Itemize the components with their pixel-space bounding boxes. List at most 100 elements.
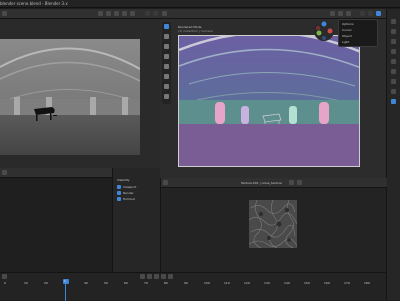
visibility-panel: Visibility Viewport Render Holdout: [112, 168, 160, 272]
viewport-popup-menu: Options Cursor Object Light: [338, 19, 378, 47]
frame-tick-label: 150: [304, 281, 310, 285]
checkbox-label: Render: [123, 191, 134, 195]
viewport-overlay-sub: (1) Collection | Camera: [178, 29, 213, 33]
popup-item[interactable]: Object: [342, 34, 352, 38]
scene-tab-icon[interactable]: [391, 49, 396, 54]
right-viewport-header: [160, 9, 386, 19]
z-axis-icon: [321, 21, 327, 27]
editor-type-icon[interactable]: [162, 11, 167, 16]
jump-start-icon[interactable]: [140, 274, 145, 279]
frame-tick-label: 70: [144, 281, 148, 285]
left-viewport-header: [0, 9, 160, 19]
popup-item[interactable]: Light: [342, 40, 350, 44]
timeline[interactable]: 0 10 20 40 50 60 70 80 90 100 110 120 13…: [0, 272, 386, 301]
solid-mode-icon[interactable]: [145, 11, 150, 16]
frame-tick-label: 180: [364, 281, 370, 285]
checkbox-row[interactable]: Render: [117, 191, 157, 196]
new-texture-icon[interactable]: [289, 180, 294, 185]
lower-left-header: [0, 168, 112, 178]
modifier-tab-icon[interactable]: [391, 79, 396, 84]
frame-tick-label: 0: [4, 281, 6, 285]
rendered-mode-icon[interactable]: [376, 11, 381, 16]
move-icon[interactable]: [164, 44, 169, 49]
play-icon[interactable]: [154, 274, 159, 279]
texture-tab-icon[interactable]: [391, 99, 396, 104]
rendered-camera-view: [178, 35, 360, 167]
frame-tick-label: 100: [204, 281, 210, 285]
checkbox-label: Holdout: [123, 197, 135, 201]
open-texture-icon[interactable]: [297, 180, 302, 185]
editor-type-icon[interactable]: [163, 180, 168, 185]
scale-icon[interactable]: [164, 64, 169, 69]
measure-icon[interactable]: [164, 94, 169, 99]
grayscale-hall-render: [0, 39, 140, 155]
playhead-line: [65, 284, 66, 301]
color-hall-render-svg: [179, 36, 359, 166]
y-axis-icon: [316, 30, 322, 36]
frame-tick-label: 50: [104, 281, 108, 285]
frame-tick-label: 10: [24, 281, 28, 285]
render-tab-icon[interactable]: [391, 29, 396, 34]
cursor-icon[interactable]: [164, 34, 169, 39]
texture-editor-header: Texture.001 | noise_texture: [161, 178, 387, 188]
world-tab-icon[interactable]: [391, 59, 396, 64]
texture-editor[interactable]: Texture.001 | noise_texture: [160, 178, 387, 272]
jump-end-icon[interactable]: [168, 274, 173, 279]
solid-mode-icon[interactable]: [360, 11, 365, 16]
checkbox-icon[interactable]: [117, 185, 121, 189]
visibility-header: Visibility: [117, 178, 130, 182]
material-mode-icon[interactable]: [153, 11, 158, 16]
frame-tick-label: 110: [224, 281, 230, 285]
navigation-gizmo[interactable]: [312, 19, 336, 43]
playhead[interactable]: 1: [63, 279, 69, 284]
output-tab-icon[interactable]: [391, 39, 396, 44]
frame-tick-label: 120: [244, 281, 250, 285]
material-tab-icon[interactable]: [391, 89, 396, 94]
x-axis-icon: [327, 28, 333, 34]
right-3d-viewport[interactable]: Rendered Mode (1) Collection | Camera Op…: [160, 19, 386, 178]
checkbox-row[interactable]: Viewport: [117, 185, 157, 190]
object-tab-icon[interactable]: [391, 69, 396, 74]
camera-icon[interactable]: [122, 11, 127, 16]
render-preview-icon[interactable]: [130, 11, 135, 16]
gizmo-icon[interactable]: [114, 11, 119, 16]
frame-tick-label: 20: [44, 281, 48, 285]
left-3d-viewport[interactable]: [0, 19, 160, 168]
rotate-icon[interactable]: [164, 54, 169, 59]
tool-tab-icon[interactable]: [391, 19, 396, 24]
editor-type-icon[interactable]: [2, 11, 7, 16]
annotate-icon[interactable]: [164, 84, 169, 89]
popup-item[interactable]: Cursor: [342, 28, 352, 32]
popup-item[interactable]: Options: [342, 22, 354, 26]
properties-side-strip: [386, 9, 400, 300]
view-shading-icon[interactable]: [330, 11, 335, 16]
frame-tick-label: 170: [344, 281, 350, 285]
top-menu-bar: blender scene.blend - Blender 3.x: [0, 0, 400, 8]
view-shading-icon[interactable]: [98, 11, 103, 16]
frame-tick-label: 40: [84, 281, 88, 285]
overlay-icon[interactable]: [106, 11, 111, 16]
prev-keyframe-icon[interactable]: [147, 274, 152, 279]
transform-icon[interactable]: [164, 74, 169, 79]
current-frame-label: 1: [64, 279, 66, 283]
frame-tick-label: 80: [164, 281, 168, 285]
select-icon[interactable]: [164, 24, 169, 29]
hall-render-svg: [0, 39, 140, 155]
frame-tick-label: 160: [324, 281, 330, 285]
editor-type-icon[interactable]: [2, 274, 7, 279]
next-keyframe-icon[interactable]: [161, 274, 166, 279]
material-mode-icon[interactable]: [368, 11, 373, 16]
editor-type-icon[interactable]: [2, 170, 7, 175]
lower-left-editor: [0, 168, 112, 272]
frame-tick-label: 90: [184, 281, 188, 285]
overlay-icon[interactable]: [338, 11, 343, 16]
frame-tick-label: 140: [284, 281, 290, 285]
checkbox-icon[interactable]: [117, 197, 121, 201]
checkbox-row[interactable]: Holdout: [117, 197, 157, 202]
tool-shelf: [162, 22, 171, 104]
frame-tick-label: 60: [124, 281, 128, 285]
gizmo-icon[interactable]: [346, 11, 351, 16]
noise-texture-preview: [249, 200, 297, 248]
checkbox-icon[interactable]: [117, 191, 121, 195]
texture-name[interactable]: Texture.001 | noise_texture: [241, 181, 282, 185]
